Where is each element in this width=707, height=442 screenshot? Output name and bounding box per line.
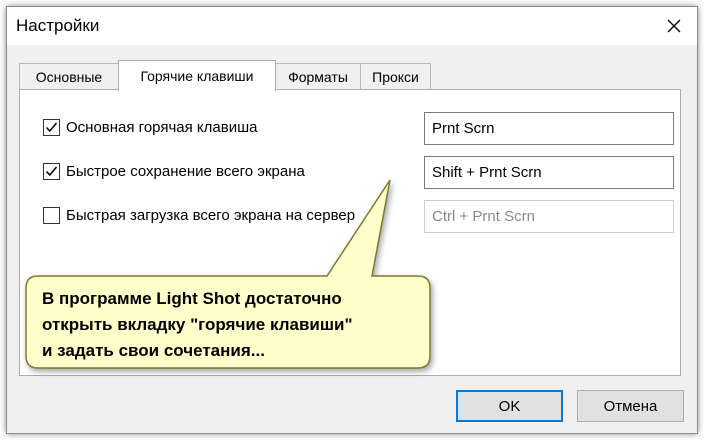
callout-line: открыть вкладку "горячие клавиши" [42,315,353,334]
callout-text: В программе Light Shot достаточно открыт… [42,286,422,364]
callout-line: и задать свои сочетания... [42,341,265,360]
callout-line: В программе Light Shot достаточно [42,289,342,308]
callout-bubble [25,179,431,369]
